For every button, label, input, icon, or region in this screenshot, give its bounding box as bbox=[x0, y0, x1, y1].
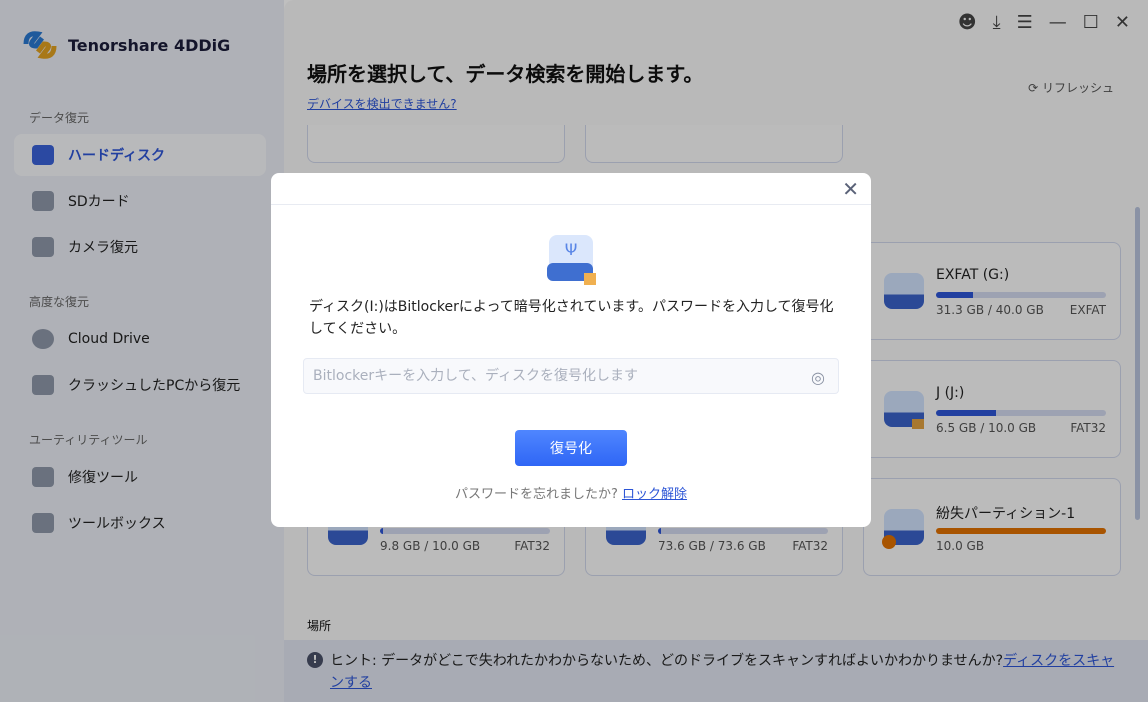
unlock-link[interactable]: ロック解除 bbox=[622, 487, 687, 502]
encryption-message: ディスク(I:)はBitlockerによって暗号化されています。パスワードを入力… bbox=[309, 299, 834, 337]
bitlocker-key-input[interactable] bbox=[303, 358, 839, 394]
bitlocker-dialog: ✕ Ψ ディスク(I:)はBitlockerによって暗号化されています。パスワー… bbox=[271, 173, 871, 527]
decrypt-button[interactable]: 復号化 bbox=[515, 430, 627, 466]
svg-text:Ψ: Ψ bbox=[565, 240, 578, 259]
forgot-password-row: パスワードを忘れましたか? ロック解除 bbox=[271, 483, 871, 502]
forgot-password-text: パスワードを忘れましたか? bbox=[454, 487, 618, 502]
dialog-header: ✕ bbox=[271, 173, 871, 205]
close-icon[interactable]: ✕ bbox=[842, 177, 859, 201]
locked-usb-drive-icon: Ψ bbox=[547, 235, 596, 285]
eye-hidden-icon[interactable]: ◎ bbox=[811, 368, 825, 387]
